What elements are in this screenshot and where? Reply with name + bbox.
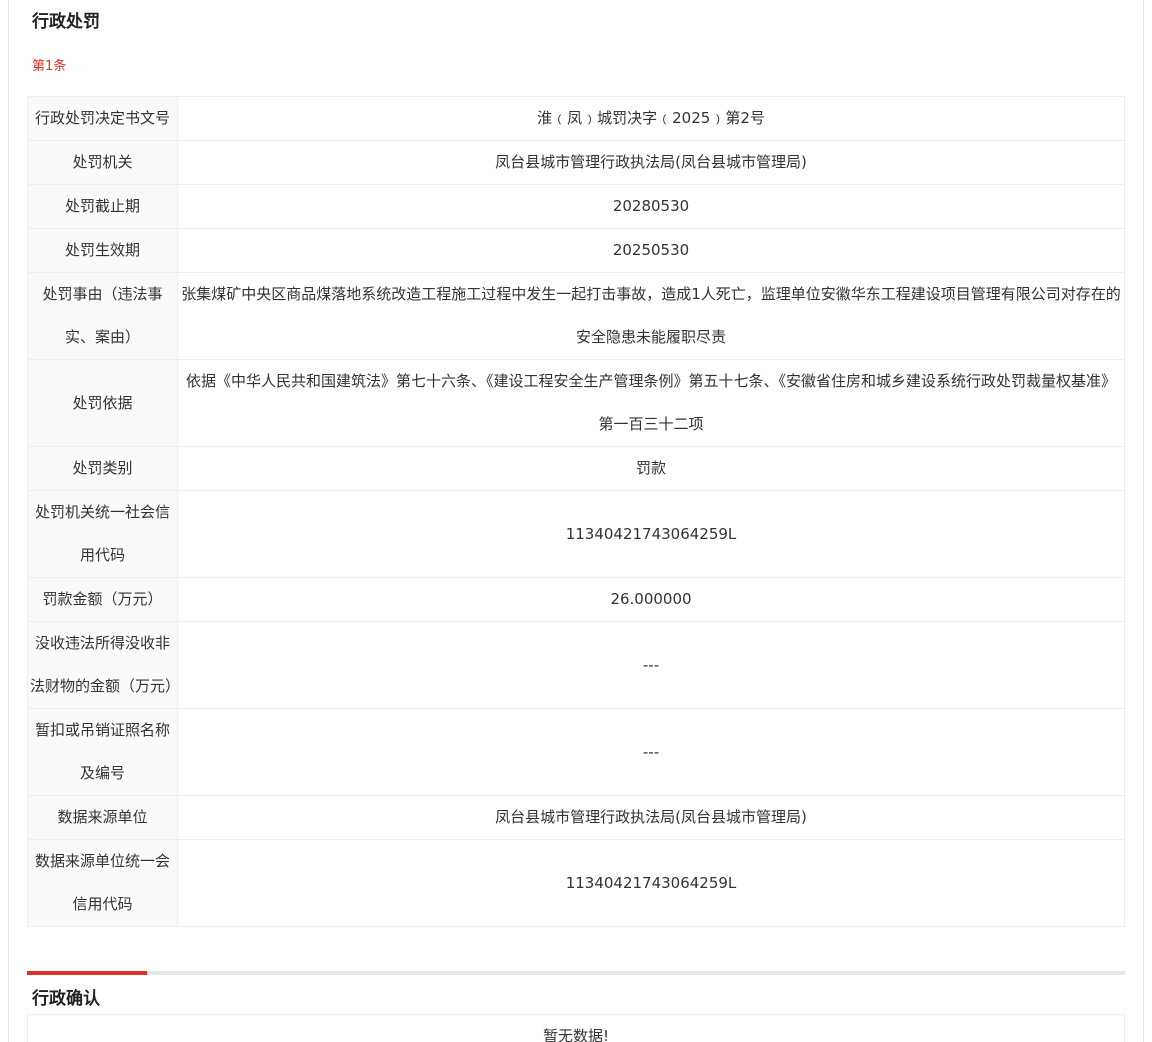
row-value-data-source-credit-code: 11340421743064259L (177, 839, 1125, 927)
row-value-decision-number: 淮﹙凤﹚城罚决字﹙2025﹚第2号 (177, 96, 1125, 141)
table-row: 数据来源单位统一会信用代码 11340421743064259L (27, 839, 1125, 927)
table-row: 行政处罚决定书文号 淮﹙凤﹚城罚决字﹙2025﹚第2号 (27, 96, 1125, 141)
table-row: 处罚生效期 20250530 (27, 228, 1125, 273)
empty-state-text: 暂无数据! (542, 1027, 609, 1042)
confirmation-empty-state: 暂无数据! (27, 1014, 1125, 1042)
row-value-basis: 依据《中华人民共和国建筑法》第七十六条、《建设工程安全生产管理条例》第五十七条、… (177, 359, 1125, 447)
table-row: 处罚机关 凤台县城市管理行政执法局(凤台县城市管理局) (27, 140, 1125, 185)
penalty-detail-table: 行政处罚决定书文号 淮﹙凤﹚城罚决字﹙2025﹚第2号 处罚机关 凤台县城市管理… (27, 96, 1125, 927)
row-value-reason: 张集煤矿中央区商品煤落地系统改造工程施工过程中发生一起打击事故，造成1人死亡，监… (177, 272, 1125, 360)
row-label-authority-credit-code: 处罚机关统一社会信用代码 (27, 490, 178, 578)
penalty-item-number: 第1条 (32, 59, 67, 74)
row-value-fine-amount: 26.000000 (177, 577, 1125, 622)
confirmation-section-title: 行政确认 (32, 989, 100, 1009)
row-label-basis: 处罚依据 (27, 359, 178, 447)
row-value-data-source: 凤台县城市管理行政执法局(凤台县城市管理局) (177, 795, 1125, 840)
row-label-confiscation-amount: 没收违法所得没收非法财物的金额（万元） (27, 621, 180, 709)
table-row: 处罚类别 罚款 (27, 446, 1125, 491)
row-label-decision-number: 行政处罚决定书文号 (27, 96, 178, 141)
table-row: 处罚机关统一社会信用代码 11340421743064259L (27, 490, 1125, 578)
table-row: 没收违法所得没收非法财物的金额（万元） --- (27, 621, 1125, 709)
section-divider (27, 971, 1125, 975)
row-label-category: 处罚类别 (27, 446, 178, 491)
row-value-category: 罚款 (177, 446, 1125, 491)
row-value-confiscation-amount: --- (177, 621, 1125, 709)
row-label-end-date: 处罚截止期 (27, 184, 178, 229)
table-row: 处罚事由（违法事实、案由） 张集煤矿中央区商品煤落地系统改造工程施工过程中发生一… (27, 272, 1125, 360)
penalty-section-title: 行政处罚 (32, 12, 100, 32)
row-value-end-date: 20280530 (177, 184, 1125, 229)
table-row: 处罚依据 依据《中华人民共和国建筑法》第七十六条、《建设工程安全生产管理条例》第… (27, 359, 1125, 447)
table-row: 罚款金额（万元） 26.000000 (27, 577, 1125, 622)
row-label-fine-amount: 罚款金额（万元） (27, 577, 178, 622)
row-label-reason: 处罚事由（违法事实、案由） (27, 272, 178, 360)
row-value-effective-date: 20250530 (177, 228, 1125, 273)
table-row: 数据来源单位 凤台县城市管理行政执法局(凤台县城市管理局) (27, 795, 1125, 840)
table-row: 暂扣或吊销证照名称及编号 --- (27, 708, 1125, 796)
row-label-data-source: 数据来源单位 (27, 795, 178, 840)
row-value-authority-credit-code: 11340421743064259L (177, 490, 1125, 578)
row-value-authority: 凤台县城市管理行政执法局(凤台县城市管理局) (177, 140, 1125, 185)
table-row: 处罚截止期 20280530 (27, 184, 1125, 229)
row-value-license: --- (177, 708, 1125, 796)
section-divider-accent (27, 971, 147, 975)
row-label-license: 暂扣或吊销证照名称及编号 (27, 708, 178, 796)
row-label-data-source-credit-code: 数据来源单位统一会信用代码 (27, 839, 178, 927)
row-label-authority: 处罚机关 (27, 140, 178, 185)
row-label-effective-date: 处罚生效期 (27, 228, 178, 273)
